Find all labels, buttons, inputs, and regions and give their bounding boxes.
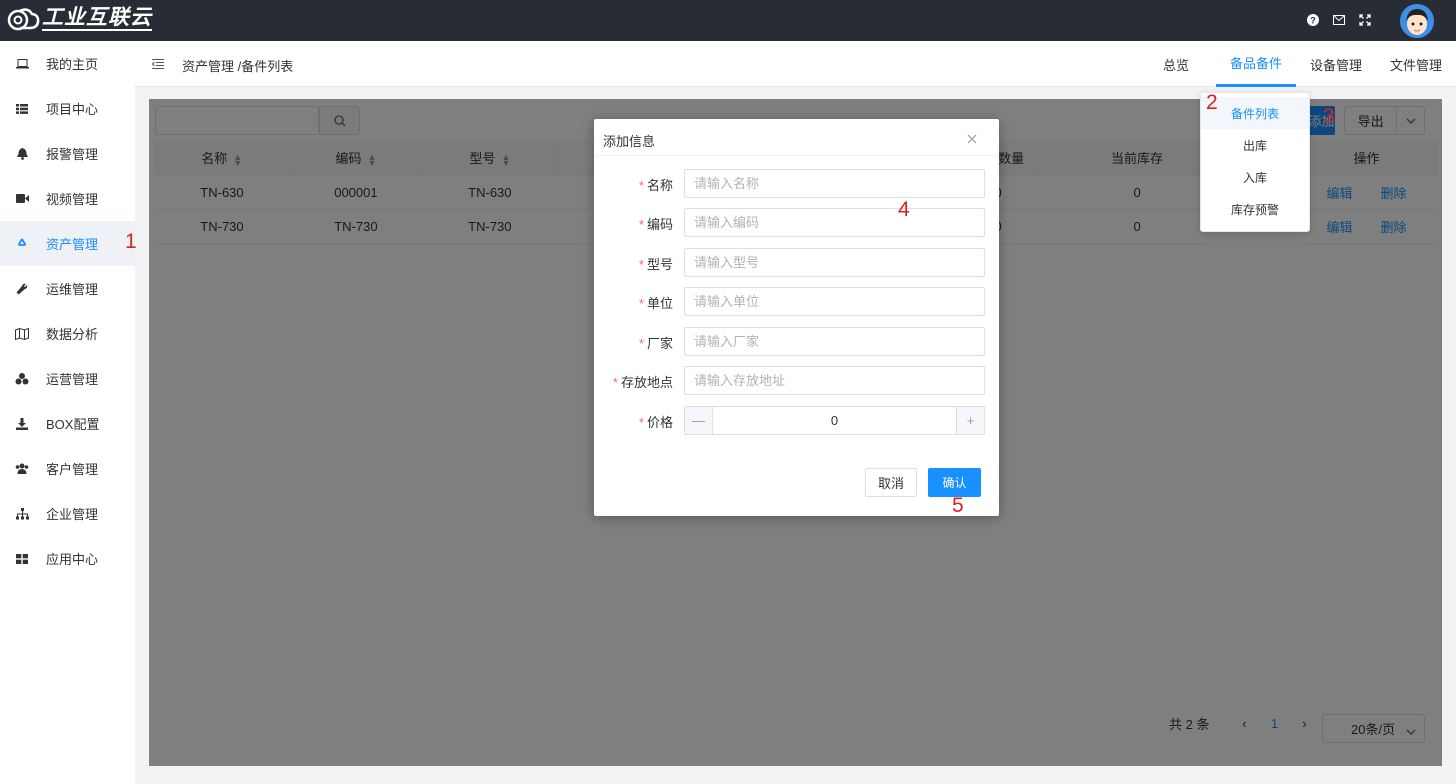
form-row-code: * 编码 — [594, 208, 999, 237]
sidebar-item-projects[interactable]: 项目中心 — [0, 86, 135, 131]
unit-input[interactable] — [684, 287, 985, 316]
close-icon[interactable] — [967, 131, 979, 145]
logo-text: 工业互联云 — [42, 6, 152, 31]
sidebar-item-label: BOX配置 — [46, 417, 100, 432]
grid-icon — [15, 552, 29, 566]
sidebar-item-analytics[interactable]: 数据分析 — [0, 311, 135, 356]
tab-equipment[interactable]: 设备管理 — [1296, 41, 1376, 87]
form-row-price: * 价格 — 0 + — [594, 406, 999, 435]
location-input[interactable] — [684, 366, 985, 395]
breadcrumb: 资产管理 /备件列表 — [182, 59, 294, 74]
sidebar-item-label: 资产管理 — [46, 237, 99, 252]
svg-text:?: ? — [1310, 16, 1316, 26]
sidebar-item-label: 应用中心 — [46, 552, 99, 567]
bell-icon — [15, 147, 29, 161]
sidebar-item-label: 报警管理 — [46, 147, 99, 162]
name-input[interactable] — [684, 169, 985, 198]
sidebar-item-enterprise[interactable]: 企业管理 — [0, 491, 135, 536]
tab-files[interactable]: 文件管理 — [1376, 41, 1456, 87]
annotation-step-1: 1 — [125, 230, 137, 253]
list-icon — [15, 102, 29, 116]
field-label: * 厂家 — [638, 336, 673, 351]
sidebar-item-apps[interactable]: 应用中心 — [0, 536, 135, 581]
field-label: * 型号 — [638, 257, 673, 272]
cloud-logo-icon — [7, 8, 40, 31]
minus-icon[interactable]: — — [685, 407, 713, 434]
sidebar: 我的主页 项目中心 报警管理 视频管理 资产管理 运维管理 数据分析 运营管理 … — [0, 41, 135, 784]
price-value[interactable]: 0 — [713, 407, 956, 434]
sidebar-item-label: 数据分析 — [46, 327, 99, 342]
field-label: * 名称 — [638, 178, 673, 193]
user-avatar[interactable] — [1400, 4, 1434, 38]
top-icons: ? — [1306, 13, 1372, 27]
sidebar-item-label: 我的主页 — [46, 57, 99, 72]
dialog-title: 添加信息 — [603, 134, 656, 149]
recycle-icon — [15, 237, 29, 251]
plus-icon[interactable]: + — [956, 407, 984, 434]
sidebar-item-label: 企业管理 — [46, 507, 99, 522]
sidebar-item-label: 视频管理 — [46, 192, 99, 207]
menu-fold-icon[interactable] — [152, 58, 164, 70]
field-label: * 单位 — [638, 296, 673, 311]
sidebar-item-label: 运维管理 — [46, 282, 99, 297]
form-row-unit: * 单位 — [594, 287, 999, 316]
header-bar: 资产管理 /备件列表 总览 备品备件 设备管理 文件管理 — [135, 41, 1456, 87]
sidebar-item-assets[interactable]: 资产管理 — [0, 221, 135, 266]
app-logo[interactable]: 工业互联云 — [6, 6, 152, 32]
manufacturer-input[interactable] — [684, 327, 985, 356]
fullscreen-icon[interactable] — [1358, 13, 1372, 27]
annotation-step-4: 4 — [898, 198, 910, 221]
mail-icon[interactable] — [1332, 13, 1346, 27]
dialog-divider — [594, 155, 999, 156]
code-input[interactable] — [684, 208, 985, 237]
sidebar-item-video[interactable]: 视频管理 — [0, 176, 135, 221]
sitemap-icon — [15, 507, 29, 521]
sidebar-item-box-config[interactable]: BOX配置 — [0, 401, 135, 446]
annotation-step-5: 5 — [952, 494, 964, 517]
add-info-dialog: 添加信息 *名称 *编码 *型号 *单位 *厂家 *存放地点 *价格 — 0 +… — [594, 119, 999, 516]
field-label: * 存放地点 — [612, 375, 673, 390]
sidebar-item-operations[interactable]: 运营管理 — [0, 356, 135, 401]
sidebar-item-alarms[interactable]: 报警管理 — [0, 131, 135, 176]
form-row-name: * 名称 — [594, 169, 999, 198]
form-row-location: * 存放地点 — [594, 366, 999, 395]
sidebar-item-home[interactable]: 我的主页 — [0, 41, 135, 86]
menu-item-inbound[interactable]: 入库 — [1201, 161, 1309, 193]
field-label: * 价格 — [638, 415, 673, 430]
menu-item-outbound[interactable]: 出库 — [1201, 129, 1309, 161]
cancel-button[interactable]: 取消 — [865, 468, 917, 497]
laptop-icon — [15, 57, 29, 71]
sidebar-item-label: 项目中心 — [46, 102, 99, 117]
sidebar-item-maintenance[interactable]: 运维管理 — [0, 266, 135, 311]
form-row-manufacturer: * 厂家 — [594, 327, 999, 356]
model-input[interactable] — [684, 248, 985, 277]
users-icon — [15, 462, 29, 476]
cubes-icon — [15, 372, 29, 386]
download-icon — [15, 417, 29, 431]
price-stepper[interactable]: — 0 + — [684, 406, 985, 435]
sidebar-item-customers[interactable]: 客户管理 — [0, 446, 135, 491]
annotation-step-2: 2 — [1206, 91, 1218, 114]
video-icon — [15, 192, 29, 206]
field-label: * 编码 — [638, 217, 673, 232]
top-nav: 总览 备品备件 设备管理 文件管理 — [1136, 41, 1456, 87]
annotation-step-3: 3 — [1323, 105, 1335, 128]
top-bar: 工业互联云 ? — [0, 0, 1456, 41]
tab-overview[interactable]: 总览 — [1136, 41, 1216, 87]
form-row-model: * 型号 — [594, 248, 999, 277]
menu-item-stock-alert[interactable]: 库存预警 — [1201, 193, 1309, 225]
map-icon — [15, 327, 29, 341]
help-icon[interactable]: ? — [1306, 13, 1320, 27]
sidebar-item-label: 运营管理 — [46, 372, 99, 387]
wrench-icon — [15, 282, 29, 296]
confirm-button[interactable]: 确认 — [928, 468, 981, 497]
sidebar-item-label: 客户管理 — [46, 462, 99, 477]
tab-spare-parts[interactable]: 备品备件 — [1216, 41, 1296, 87]
